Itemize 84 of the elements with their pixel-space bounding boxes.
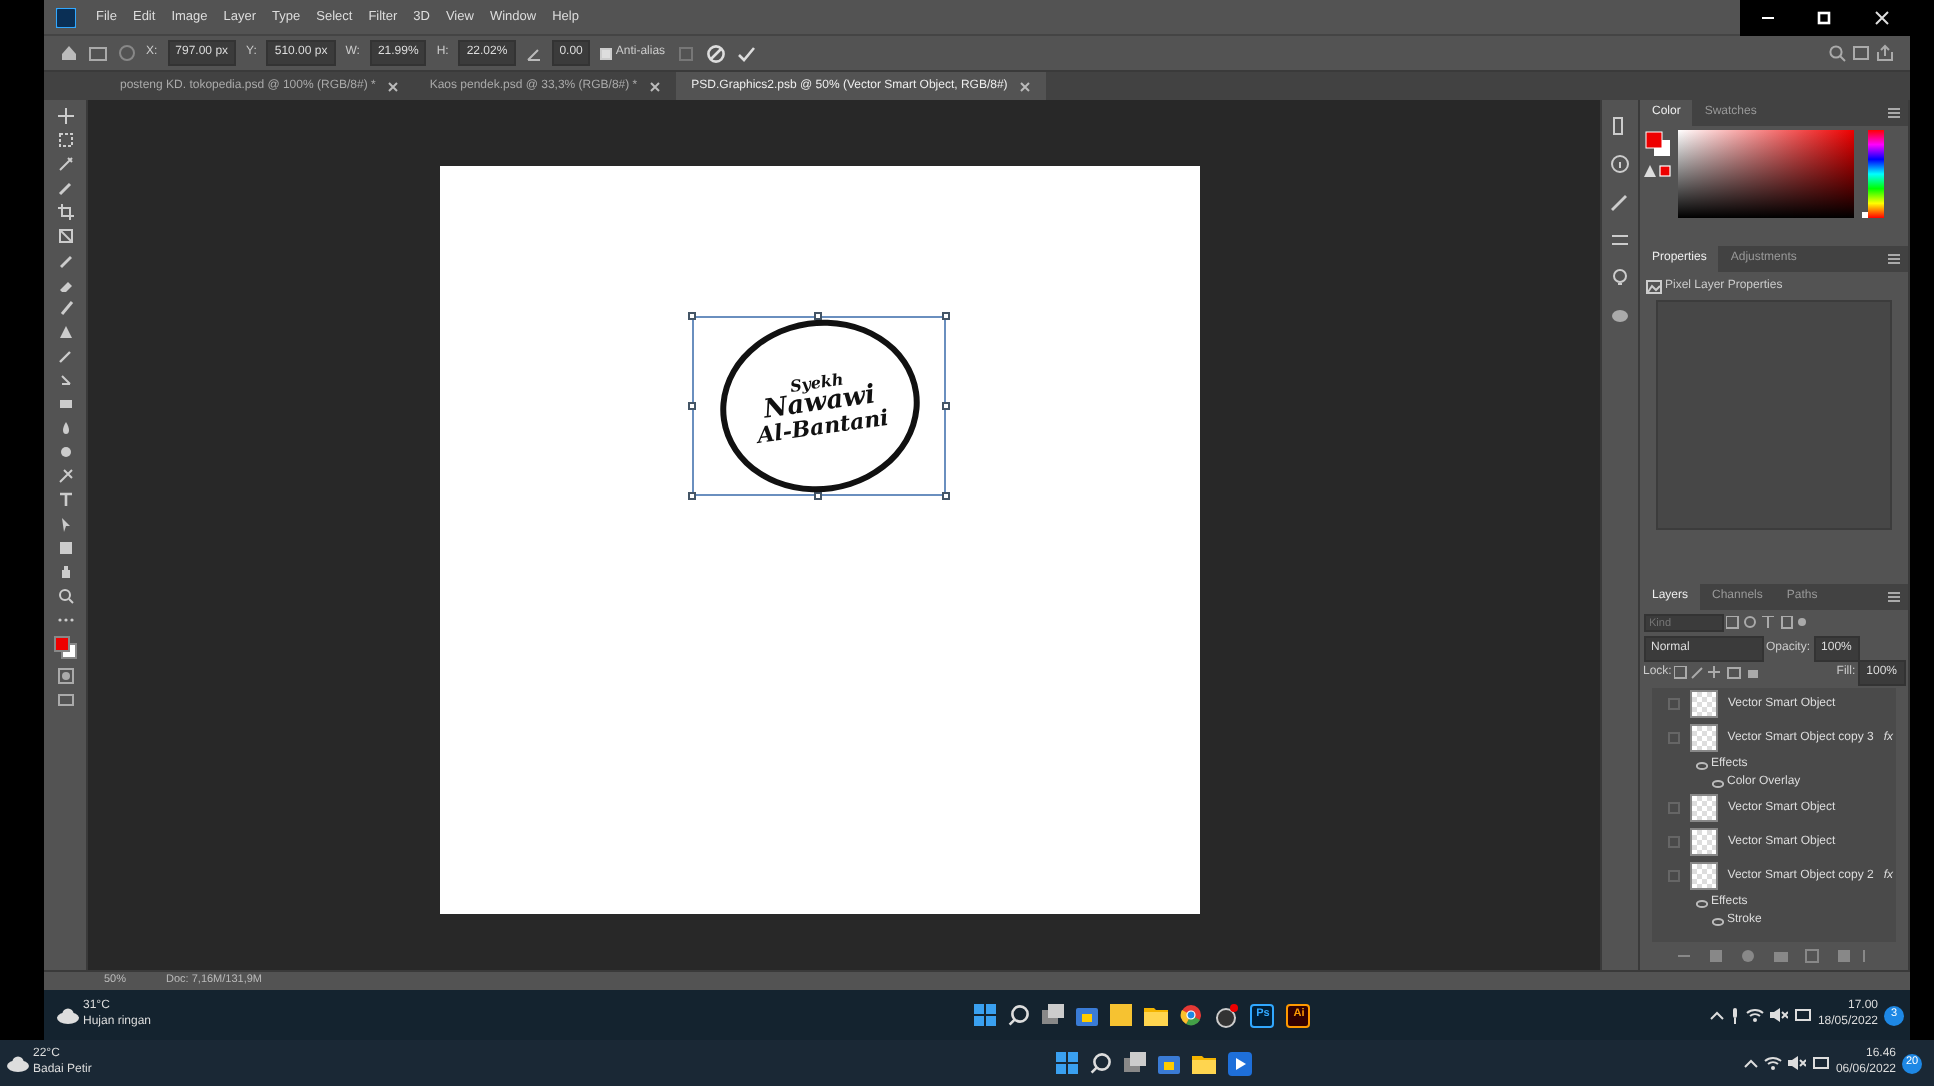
color-picker-field[interactable] <box>1677 129 1853 217</box>
screen-mode-icon[interactable] <box>57 692 73 708</box>
panel-icon[interactable] <box>1610 154 1630 174</box>
workspace-icon[interactable] <box>1852 44 1870 62</box>
visibility-toggle-icon[interactable] <box>1668 836 1680 848</box>
panel-icon[interactable] <box>1610 230 1630 250</box>
wifi-icon[interactable] <box>1745 1008 1764 1022</box>
tool-icon[interactable] <box>57 156 73 172</box>
panel-menu-icon[interactable] <box>1888 254 1900 264</box>
visibility-toggle-icon[interactable] <box>1668 870 1680 882</box>
panel-menu-icon[interactable] <box>1888 108 1900 118</box>
layer-thumbnail <box>1690 724 1718 752</box>
search-icon[interactable] <box>1008 1004 1031 1026</box>
task-view-icon[interactable] <box>1042 1004 1065 1026</box>
commit-checkmark-icon[interactable] <box>735 43 756 63</box>
start-icon[interactable] <box>974 1004 997 1026</box>
transform-handle[interactable] <box>814 312 822 320</box>
search-icon[interactable] <box>1090 1052 1113 1074</box>
layer-thumbnail <box>1690 828 1718 856</box>
browser-icon[interactable] <box>1180 1004 1203 1026</box>
transform-handle[interactable] <box>942 402 950 410</box>
hue-slider[interactable] <box>1867 129 1883 217</box>
visibility-toggle-icon[interactable] <box>1668 802 1680 814</box>
media-player-icon[interactable] <box>1228 1051 1253 1075</box>
battery-icon[interactable] <box>1793 1008 1812 1022</box>
recorder-icon[interactable] <box>1214 1003 1239 1027</box>
tool-icon[interactable] <box>57 180 73 196</box>
folder-icon[interactable] <box>1192 1052 1217 1074</box>
weather-cloud-icon <box>6 1055 30 1071</box>
tool-icon[interactable] <box>57 588 73 604</box>
transform-handle[interactable] <box>688 312 696 320</box>
layer-thumbnail <box>1690 794 1718 822</box>
color-swatches-icon[interactable] <box>53 636 77 660</box>
panel-icon[interactable] <box>1610 306 1630 326</box>
store-icon[interactable] <box>1076 1004 1099 1026</box>
tool-icon[interactable] <box>57 228 73 244</box>
sticky-note-icon[interactable] <box>1110 1004 1133 1026</box>
share-icon[interactable] <box>1876 44 1894 62</box>
speaker-muted-icon[interactable] <box>1787 1056 1806 1070</box>
transform-handle[interactable] <box>814 492 822 500</box>
tool-icon[interactable] <box>57 468 73 484</box>
visibility-toggle-icon[interactable] <box>1668 698 1680 710</box>
quick-mask-icon[interactable] <box>57 668 73 684</box>
home-icon[interactable] <box>60 44 78 62</box>
cancel-icon[interactable] <box>705 43 726 63</box>
foreground-background-color-icon[interactable] <box>1643 129 1671 157</box>
tool-icon[interactable] <box>57 204 73 220</box>
transform-handle[interactable] <box>942 312 950 320</box>
layer-filter-icons[interactable] <box>1726 616 1806 630</box>
transform-handle[interactable] <box>942 492 950 500</box>
hue-slider-thumb[interactable] <box>1861 211 1867 217</box>
chevron-up-icon[interactable] <box>1709 1010 1724 1020</box>
lock-icons[interactable] <box>1674 665 1763 679</box>
task-view-icon[interactable] <box>1124 1052 1147 1074</box>
image-icon <box>1646 279 1662 293</box>
anti-alias-checkbox[interactable] <box>600 47 613 59</box>
chevron-up-icon[interactable] <box>1743 1058 1758 1068</box>
transform-handle[interactable] <box>688 492 696 500</box>
panel-menu-icon[interactable] <box>1888 592 1900 602</box>
layer-thumbnail <box>1690 862 1718 890</box>
panel-icon[interactable] <box>1610 268 1630 288</box>
visibility-toggle-icon[interactable] <box>1668 732 1680 744</box>
tool-icon[interactable] <box>57 132 73 148</box>
panel-icon[interactable] <box>1610 192 1630 212</box>
gamut-warning-icon <box>1643 163 1671 177</box>
store-icon[interactable] <box>1158 1052 1181 1074</box>
weather-cloud-icon <box>56 1007 80 1023</box>
layer-thumbnail <box>1690 690 1718 718</box>
transform-handle[interactable] <box>688 402 696 410</box>
tool-preset-icon[interactable] <box>88 45 108 61</box>
maximize-icon[interactable] <box>1816 9 1833 25</box>
start-icon[interactable] <box>1056 1052 1079 1074</box>
wifi-icon[interactable] <box>1763 1056 1782 1070</box>
microphone-icon[interactable] <box>1729 1007 1740 1023</box>
close-icon[interactable] <box>1873 9 1890 25</box>
tool-icon[interactable] <box>57 108 73 124</box>
transform-bounding-box[interactable]: Syekh Nawawi Al-Bantani <box>692 316 946 496</box>
tool-icon[interactable] <box>57 492 73 508</box>
folder-icon[interactable] <box>1144 1004 1169 1026</box>
battery-icon[interactable] <box>1811 1056 1830 1070</box>
app-logo-icon <box>56 7 76 27</box>
tool-icon[interactable] <box>57 372 73 388</box>
angle-icon <box>525 45 542 61</box>
speaker-muted-icon[interactable] <box>1769 1008 1788 1022</box>
